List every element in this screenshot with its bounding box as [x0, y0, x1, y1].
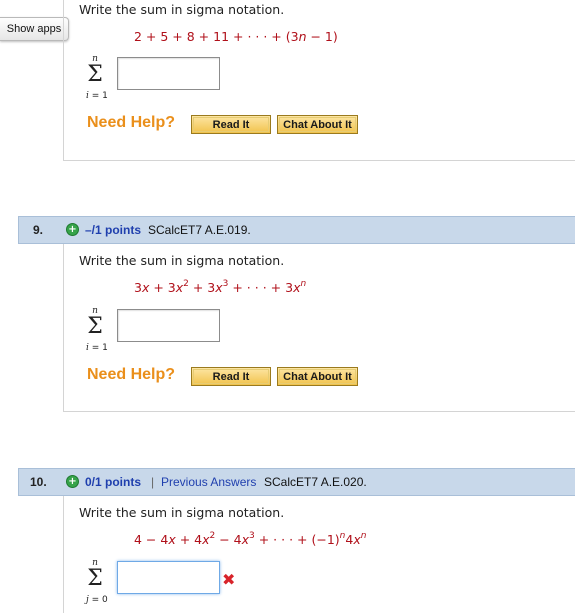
question-8-read-it-button[interactable]: Read It [191, 115, 271, 134]
question-8-prompt: Write the sum in sigma notation. [79, 2, 285, 17]
question-10-code: SCalcET7 A.E.020. [264, 475, 367, 489]
question-10-left-border [63, 496, 64, 613]
question-9-bottom-border [63, 411, 575, 412]
question-10-answer-input[interactable] [117, 561, 220, 594]
question-8-bottom-border [63, 160, 575, 161]
question-9-read-it-button[interactable]: Read It [191, 367, 271, 386]
expand-plus-icon[interactable]: + [66, 475, 79, 488]
question-9-number: 9. [33, 223, 44, 237]
previous-answers-link[interactable]: Previous Answers [161, 475, 256, 489]
question-8-sigma-lower-limit: i = 1 [86, 91, 108, 101]
question-9-left-border [63, 244, 64, 411]
question-10-prompt: Write the sum in sigma notation. [79, 505, 285, 520]
show-apps-button[interactable]: Show apps [0, 17, 69, 41]
sigma-symbol: Σ [87, 62, 103, 87]
question-9-answer-input[interactable] [117, 309, 220, 342]
question-8-left-border [63, 0, 64, 160]
question-8-chat-about-it-button[interactable]: Chat About It [277, 115, 358, 134]
question-9-sigma: n Σ [84, 306, 106, 338]
question-8-sigma: n Σ [84, 54, 106, 86]
question-9-need-help: Need Help? [87, 366, 176, 383]
question-10-points-link[interactable]: 0/1 points [85, 475, 141, 489]
sigma-symbol: Σ [87, 314, 103, 339]
question-8-answer-input[interactable] [117, 57, 220, 90]
expand-plus-icon[interactable]: + [66, 223, 79, 236]
question-9-prompt: Write the sum in sigma notation. [79, 253, 285, 268]
sigma-symbol: Σ [87, 566, 103, 591]
question-10-sigma: n Σ [84, 558, 106, 590]
question-10-number: 10. [30, 475, 47, 489]
question-10-formula: 4 − 4x + 4x2 − 4x3 + · · · + (−1)n4xn [134, 531, 367, 547]
header-separator: | [151, 475, 155, 489]
question-9-formula: 3x + 3x2 + 3x3 + · · · + 3xn [134, 279, 307, 295]
question-8-formula: 2 + 5 + 8 + 11 + · · · + (3n − 1) [134, 29, 338, 44]
question-9-chat-about-it-button[interactable]: Chat About It [277, 367, 358, 386]
question-8-need-help: Need Help? [87, 114, 176, 131]
question-9-points-link[interactable]: –/1 points [85, 223, 141, 237]
question-9-code: SCalcET7 A.E.019. [148, 223, 251, 237]
question-10-sigma-lower-limit: j = 0 [86, 595, 108, 605]
incorrect-x-icon: ✖ [222, 570, 236, 589]
question-9-sigma-lower-limit: i = 1 [86, 343, 108, 353]
